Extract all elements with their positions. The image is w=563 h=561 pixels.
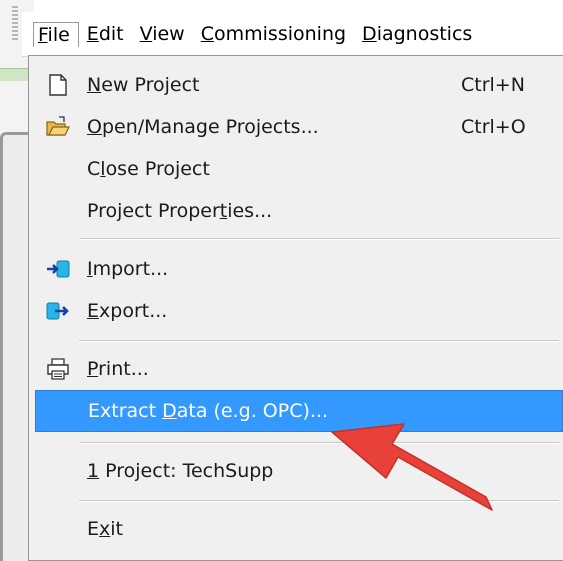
new-document-icon — [45, 72, 71, 98]
menu-edit[interactable]: Edit — [79, 22, 132, 47]
menu-item-export[interactable]: Export... — [35, 290, 563, 332]
menu-view[interactable]: View — [132, 22, 193, 47]
menu-separator — [79, 442, 559, 444]
menu-bar: File Edit View Commissioning Diagnostics — [22, 12, 563, 57]
menu-separator — [79, 238, 559, 240]
menu-separator — [79, 500, 559, 502]
menu-item-close-project[interactable]: Close Project — [35, 148, 563, 190]
toolbar-grip[interactable] — [12, 6, 18, 42]
menu-commissioning[interactable]: Commissioning — [193, 22, 354, 47]
menu-item-project-properties[interactable]: Project Properties... — [35, 190, 563, 232]
open-folder-icon — [45, 114, 71, 140]
import-icon — [45, 256, 71, 282]
menu-item-extract-data[interactable]: Extract Data (e.g. OPC)... — [35, 390, 563, 432]
menu-diagnostics[interactable]: Diagnostics — [354, 22, 480, 47]
menu-item-open-manage-projects[interactable]: Open/Manage Projects... Ctrl+O — [35, 106, 563, 148]
application-window: File Edit View Commissioning Diagnostics… — [0, 0, 563, 561]
menu-item-recent-project-1[interactable]: 1 Project: TechSupp — [35, 450, 563, 492]
file-menu-dropdown: New Project Ctrl+N Open/Manage Projects.… — [28, 55, 563, 561]
menu-item-import[interactable]: Import... — [35, 248, 563, 290]
menu-item-print[interactable]: Print... — [35, 348, 563, 390]
menu-separator — [79, 340, 559, 342]
menu-item-exit[interactable]: Exit — [35, 508, 563, 550]
printer-icon — [45, 356, 71, 382]
menu-item-new-project[interactable]: New Project Ctrl+N — [35, 64, 563, 106]
export-icon — [45, 298, 71, 324]
menu-file[interactable]: File — [33, 22, 79, 47]
shortcut-label: Ctrl+O — [461, 116, 526, 138]
shortcut-label: Ctrl+N — [461, 74, 525, 96]
